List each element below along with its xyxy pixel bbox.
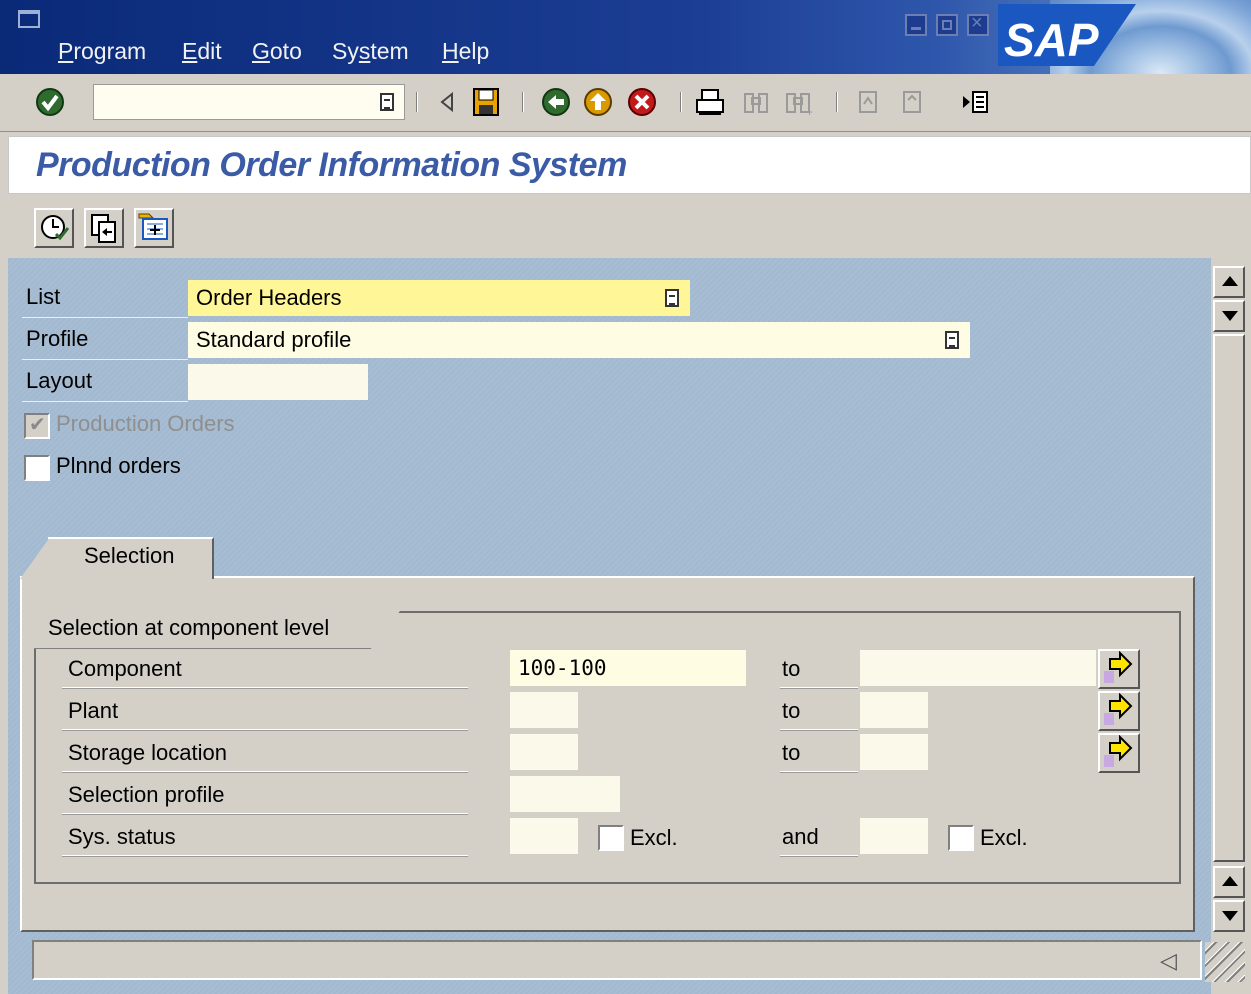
sys-status-and-field[interactable] [860,818,928,854]
sys-status-and-exclude-checkbox[interactable] [948,825,974,851]
multiple-selection-arrow-icon [1104,734,1133,767]
checkmark-icon: ✔ [29,414,46,436]
multiple-selection-arrow-icon [1104,650,1133,683]
profile-value-help-icon[interactable] [945,331,959,349]
maximize-button[interactable] [936,14,958,36]
sys-status-label: Sys. status [62,818,468,856]
close-window-button[interactable] [967,12,989,36]
status-bar [32,940,1202,980]
sys-status-field[interactable] [510,818,578,854]
scroll-up-button[interactable] [1213,266,1245,298]
more-settings-icon [138,213,168,240]
profile-label: Profile [22,326,188,360]
component-to-label: to [780,650,858,688]
selection-profile-label: Selection profile [62,776,468,814]
sys-status-exclude-checkbox[interactable] [598,825,624,851]
sys-status-and-exclude-label: Excl. [980,825,1028,850]
plant-label: Plant [62,692,468,730]
scroll-down-button[interactable] [1213,900,1245,932]
layout-field[interactable] [188,364,368,400]
sap-logo: SAP [998,4,1136,66]
minimize-button[interactable] [905,14,927,36]
command-history-icon[interactable] [380,93,394,111]
plant-to-field[interactable] [860,692,928,728]
svg-text:+: + [806,105,813,118]
storage-location-to-label: to [780,734,858,772]
back-icon[interactable] [540,86,572,118]
scroll-down-top-button[interactable] [1213,300,1245,332]
menu-edit[interactable]: Edit [182,38,222,65]
prev-page-icon[interactable] [896,86,928,118]
scrollbar-thumb[interactable] [1213,334,1245,862]
execute-icon [41,215,70,241]
planned-orders-label: Plnnd orders [56,453,181,478]
execute-button[interactable] [34,208,74,248]
storage-location-from-field[interactable] [510,734,578,770]
copy-icon [91,214,116,243]
component-from-field[interactable]: 100-100 [510,650,746,686]
menu-program[interactable]: Program [58,38,146,65]
profile-field[interactable]: Standard profile [188,322,970,358]
group-title: Selection at component level [48,615,330,640]
customize-layout-icon[interactable] [960,86,992,118]
find-icon[interactable] [740,86,772,118]
plant-from-field[interactable] [510,692,578,728]
arrow-up-icon [1222,276,1238,286]
layout-label: Layout [22,368,188,402]
multiple-selection-arrow-icon [1104,692,1133,725]
back-arrow-icon[interactable] [432,86,464,118]
print-icon[interactable] [694,86,726,118]
sys-status-and-label: and [780,818,858,856]
component-multiple-selection-button[interactable] [1098,649,1140,689]
plant-multiple-selection-button[interactable] [1098,691,1140,731]
storage-location-to-field[interactable] [860,734,928,770]
list-label: List [22,284,188,318]
enter-icon[interactable] [34,86,66,118]
status-bar-expand-icon[interactable]: ◁ [1160,948,1177,974]
page-title: Production Order Information System [36,146,627,184]
save-icon[interactable] [470,86,502,118]
cancel-icon[interactable] [626,86,658,118]
application-toolbar [0,196,1251,258]
storage-location-multiple-selection-button[interactable] [1098,733,1140,773]
arrow-up-icon [1222,876,1238,886]
planned-orders-checkbox[interactable] [24,455,50,481]
storage-location-label: Storage location [62,734,468,772]
arrow-down-icon [1222,311,1238,321]
window-menu-icon[interactable] [18,10,40,28]
sys-status-exclude-label: Excl. [630,825,678,850]
resize-grip[interactable] [1205,942,1245,982]
command-field[interactable] [93,84,405,120]
list-value-help-icon[interactable] [665,289,679,307]
production-orders-label: Production Orders [56,411,235,436]
plant-to-label: to [780,692,858,730]
arrow-down-icon [1222,911,1238,921]
component-label: Component [62,650,468,688]
production-orders-checkbox[interactable]: ✔ [24,413,50,439]
first-page-icon[interactable] [852,86,884,118]
list-field[interactable]: Order Headers [188,280,690,316]
menu-goto[interactable]: Goto [252,38,302,65]
tab-selection-label: Selection [84,543,175,568]
copy-button[interactable] [84,208,124,248]
menu-help[interactable]: Help [442,38,489,65]
selection-profile-field[interactable] [510,776,620,812]
svg-text:SAP: SAP [1004,14,1099,66]
menu-system[interactable]: System [332,38,409,65]
component-to-field[interactable] [860,650,1096,686]
exit-icon[interactable] [582,86,614,118]
scroll-up-bottom-button[interactable] [1213,866,1245,898]
find-next-icon[interactable]: + [784,86,816,118]
more-settings-button[interactable] [134,208,174,248]
